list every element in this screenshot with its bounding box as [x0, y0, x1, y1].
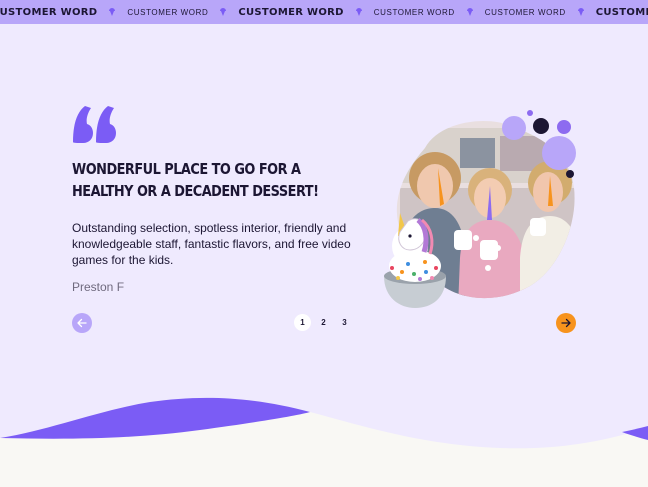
prev-button[interactable] [72, 313, 92, 333]
ticker-item: CUSTOMER WORD [0, 6, 98, 18]
testimonial-author: Preston F [72, 280, 125, 294]
ice-cream-icon [220, 8, 227, 16]
page-2-button[interactable]: 2 [315, 314, 332, 331]
bottom-wave [0, 390, 648, 487]
ice-cream-icon [355, 8, 362, 16]
ticker-item: CUSTOMER WORD [595, 6, 648, 18]
decor-bubble [533, 118, 549, 134]
testimonial-headline: WONDERFUL PLACE TO GO FOR A HEALTHY OR A… [72, 160, 319, 200]
decor-bubble [542, 136, 576, 170]
testimonial-photo [380, 108, 580, 313]
ticker-track: CUSTOMER WORD CUSTOMER WORD CUSTOMER WOR… [0, 0, 648, 24]
ticker-banner: CUSTOMER WORD CUSTOMER WORD CUSTOMER WOR… [0, 0, 648, 24]
decor-bubble [502, 116, 526, 140]
decor-bubble [566, 170, 574, 178]
ticker-item: CUSTOMER WORD [373, 7, 455, 17]
ice-cream-icon [109, 8, 116, 16]
testimonial-body: Outstanding selection, spotless interior… [72, 221, 351, 267]
decor-bubble [557, 120, 571, 134]
pagination: 1 2 3 [294, 314, 353, 331]
ticker-item: CUSTOMER WORD [127, 7, 209, 17]
decor-bubble [527, 110, 533, 116]
quote-icon [73, 106, 116, 143]
arrow-left-icon [77, 318, 87, 328]
page-1-button[interactable]: 1 [294, 314, 311, 331]
arrow-right-icon [561, 318, 571, 328]
ice-cream-icon [577, 8, 584, 16]
ice-cream-icon [466, 8, 473, 16]
next-button[interactable] [556, 313, 576, 333]
page-3-button[interactable]: 3 [336, 314, 353, 331]
ticker-item: CUSTOMER WORD [238, 6, 344, 18]
ticker-item: CUSTOMER WORD [484, 7, 566, 17]
